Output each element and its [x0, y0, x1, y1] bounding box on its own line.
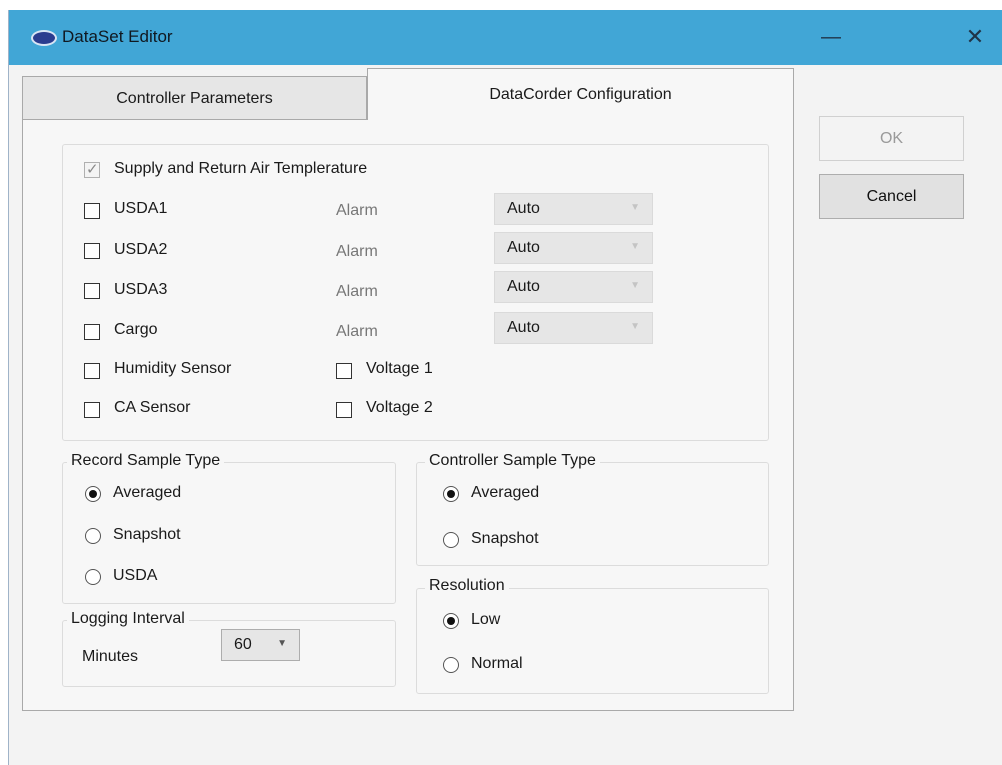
resolution-title: Resolution: [425, 577, 509, 595]
record-averaged-label: Averaged: [113, 484, 182, 501]
voltage2-checkbox[interactable]: [336, 402, 352, 418]
usda3-alarm-label: Alarm: [336, 283, 378, 300]
record-snapshot-label: Snapshot: [113, 526, 181, 543]
cargo-alarm-select[interactable]: Auto ▼: [494, 312, 653, 344]
minimize-icon[interactable]: —: [817, 24, 845, 50]
controller-averaged-label: Averaged: [471, 484, 540, 501]
usda2-checkbox[interactable]: [84, 243, 100, 259]
usda3-alarm-value: Auto: [507, 278, 540, 295]
voltage2-label: Voltage 2: [366, 399, 433, 416]
minutes-value: 60: [234, 636, 252, 653]
cargo-alarm-value: Auto: [507, 319, 540, 336]
resolution-low-radio[interactable]: [443, 613, 459, 629]
chevron-down-icon: ▼: [630, 241, 640, 252]
usda2-alarm-select[interactable]: Auto ▼: [494, 232, 653, 264]
record-averaged-radio[interactable]: [85, 486, 101, 502]
voltage1-checkbox[interactable]: [336, 363, 352, 379]
resolution-low-label: Low: [471, 611, 501, 628]
close-icon[interactable]: ✕: [961, 24, 989, 50]
ca-sensor-checkbox[interactable]: [84, 402, 100, 418]
ok-button[interactable]: OK: [819, 116, 964, 161]
chevron-down-icon: ▼: [277, 638, 287, 649]
logging-interval-title: Logging Interval: [67, 610, 189, 628]
tab-datacorder-configuration[interactable]: DataCorder Configuration: [367, 68, 794, 120]
usda1-alarm-value: Auto: [507, 200, 540, 217]
usda2-label: USDA2: [114, 241, 168, 258]
usda1-alarm-select[interactable]: Auto ▼: [494, 193, 653, 225]
cargo-alarm-label: Alarm: [336, 323, 378, 340]
usda1-checkbox[interactable]: [84, 203, 100, 219]
humidity-sensor-label: Humidity Sensor: [114, 360, 232, 377]
usda1-alarm-label: Alarm: [336, 202, 378, 219]
chevron-down-icon: ▼: [630, 321, 640, 332]
record-usda-radio[interactable]: [85, 569, 101, 585]
controller-sample-type-group: [416, 462, 769, 566]
title-bar[interactable]: DataSet Editor — ✕: [9, 10, 1002, 65]
usda2-alarm-label: Alarm: [336, 243, 378, 260]
controller-snapshot-label: Snapshot: [471, 530, 539, 547]
record-snapshot-radio[interactable]: [85, 528, 101, 544]
supply-return-label: Supply and Return Air Templerature: [114, 160, 368, 177]
ca-sensor-label: CA Sensor: [114, 399, 191, 416]
resolution-group: [416, 588, 769, 694]
tab-controller-parameters[interactable]: Controller Parameters: [22, 76, 367, 119]
voltage1-label: Voltage 1: [366, 360, 433, 377]
usda2-alarm-value: Auto: [507, 239, 540, 256]
usda3-checkbox[interactable]: [84, 283, 100, 299]
cargo-label: Cargo: [114, 321, 158, 338]
cargo-checkbox[interactable]: [84, 324, 100, 340]
window-title: DataSet Editor: [62, 27, 173, 46]
resolution-normal-label: Normal: [471, 655, 523, 672]
usda3-alarm-select[interactable]: Auto ▼: [494, 271, 653, 303]
controller-snapshot-radio[interactable]: [443, 532, 459, 548]
cancel-button[interactable]: Cancel: [819, 174, 964, 219]
record-usda-label: USDA: [113, 567, 158, 584]
humidity-sensor-checkbox[interactable]: [84, 363, 100, 379]
usda1-label: USDA1: [114, 200, 168, 217]
record-sample-type-title: Record Sample Type: [67, 452, 225, 470]
chevron-down-icon: ▼: [630, 280, 640, 291]
resolution-normal-radio[interactable]: [443, 657, 459, 673]
minutes-select[interactable]: 60 ▼: [221, 629, 300, 661]
controller-sample-type-title: Controller Sample Type: [425, 452, 600, 470]
supply-return-checkbox[interactable]: [84, 160, 100, 178]
minutes-label: Minutes: [82, 648, 139, 665]
usda3-label: USDA3: [114, 281, 168, 298]
controller-averaged-radio[interactable]: [443, 486, 459, 502]
carrier-logo-icon: [31, 30, 57, 46]
chevron-down-icon: ▼: [630, 202, 640, 213]
sensors-group: [62, 144, 769, 441]
